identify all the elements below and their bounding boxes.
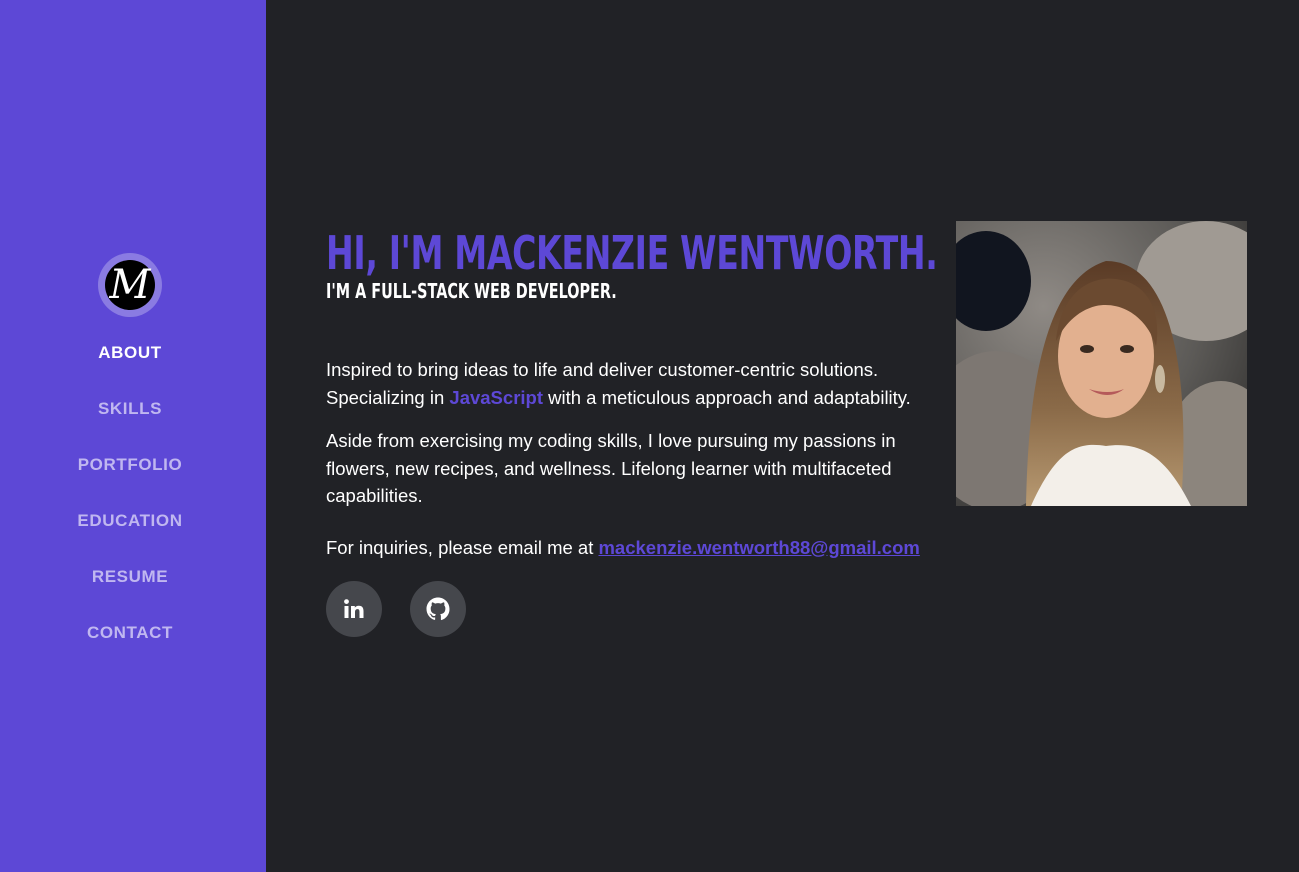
intro-paragraph: Inspired to bring ideas to life and deli… [326,356,936,411]
portrait-image [956,221,1247,506]
intro-text-b: with a meticulous approach and adaptabil… [543,386,911,408]
nav-item-resume[interactable]: RESUME [92,560,168,594]
nav-item-skills[interactable]: SKILLS [98,392,162,426]
linkedin-icon [344,599,364,618]
logo[interactable]: M [98,253,162,317]
github-button[interactable] [410,581,467,637]
javascript-highlight: JavaScript [449,386,543,408]
about-section: HI, I'M MACKENZIE WENTWORTH. I'M A FULL-… [326,222,938,637]
contact-paragraph: For inquiries, please email me at macken… [326,534,936,562]
monogram-logo-icon: M [105,260,155,310]
profile-photo [956,221,1247,506]
nav-item-contact[interactable]: CONTACT [87,616,173,650]
nav-item-education[interactable]: EDUCATION [77,504,182,538]
nav-item-portfolio[interactable]: PORTFOLIO [78,448,183,482]
email-link[interactable]: mackenzie.wentworth88@gmail.com [598,537,919,558]
page-title: HI, I'M MACKENZIE WENTWORTH. [326,226,938,280]
page-subtitle: I'M A FULL-STACK WEB DEVELOPER. [326,279,617,303]
github-icon [426,597,450,621]
sidebar-nav: ABOUT SKILLS PORTFOLIO EDUCATION RESUME … [0,336,260,672]
sidebar: M ABOUT SKILLS PORTFOLIO EDUCATION RESUM… [0,0,266,872]
bio-paragraph: Aside from exercising my coding skills, … [326,430,896,506]
linkedin-button[interactable] [326,581,382,637]
contact-prefix: For inquiries, please email me at [326,536,599,558]
social-links [326,581,936,637]
nav-item-about[interactable]: ABOUT [98,336,161,370]
